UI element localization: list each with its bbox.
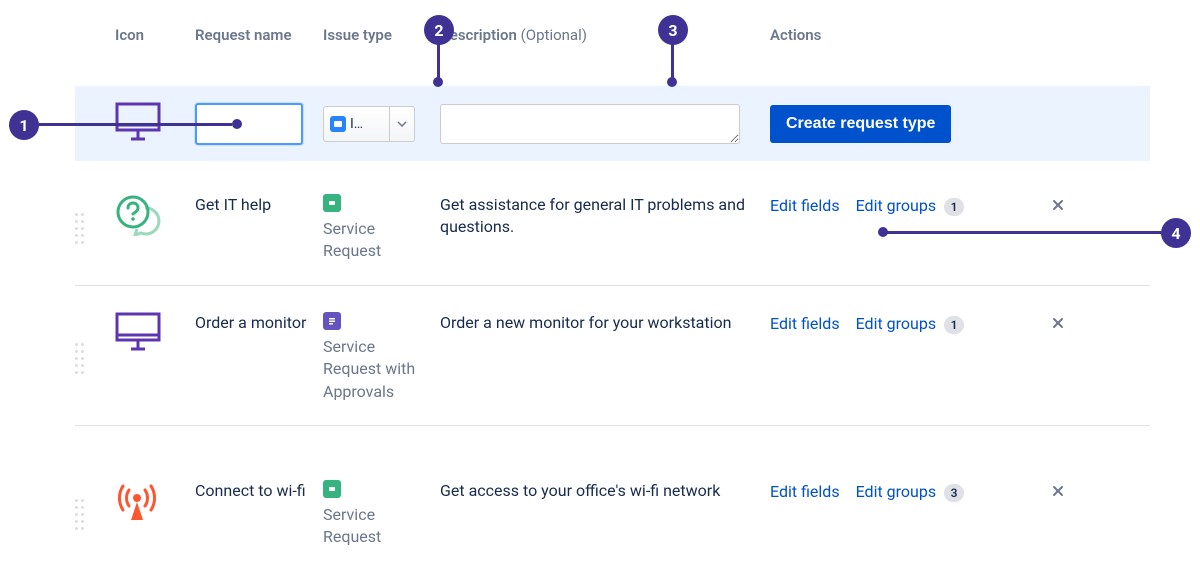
chevron-down-icon[interactable] [390,107,414,141]
edit-fields-link[interactable]: Edit fields [770,196,840,215]
header-icon: Icon [75,26,195,44]
remove-row-button[interactable] [1046,312,1070,335]
description-text: Get access to your office's wi-fi networ… [440,480,760,502]
request-name: Get IT help [195,194,313,216]
annotation-callout-1: 1 [9,110,39,140]
issue-type-mini-icon [330,116,346,132]
annotation-callout-2: 2 [424,15,454,45]
groups-count-badge: 1 [944,316,964,334]
annotation-callout-3: 3 [658,15,688,45]
description-text: Get assistance for general IT problems a… [440,194,760,239]
description-input[interactable] [440,104,740,144]
issue-type-select-label: I… [350,116,363,132]
edit-fields-link[interactable]: Edit fields [770,314,840,333]
issue-type-label: Service Request [323,218,430,263]
annotation-stem [671,41,674,79]
issue-type-select[interactable]: I… [323,106,415,142]
groups-count-badge: 3 [944,484,964,502]
annotation-stem-dot [232,119,242,129]
service-request-icon [323,480,341,498]
issue-type-label: Service Request [323,504,430,549]
edit-fields-link[interactable]: Edit fields [770,482,840,501]
issue-type-label: Service Request with Approvals [323,336,430,403]
monitor-icon [115,312,161,356]
header-description: Description (Optional) [440,26,770,44]
request-name: Order a monitor [195,312,313,334]
service-request-icon [323,194,341,212]
table-headers: Icon Request name Issue type Description… [75,26,1080,44]
header-description-optional: (Optional) [521,26,587,44]
header-actions: Actions [770,26,1080,44]
annotation-stem [437,41,440,79]
annotation-stem [884,231,1164,234]
drag-handle-icon[interactable] [75,343,87,377]
edit-groups-link[interactable]: Edit groups [856,314,937,333]
request-type-row: Order a monitor Service Request with App… [75,294,1150,426]
edit-groups-link[interactable]: Edit groups [856,196,937,215]
header-issue-type: Issue type [323,26,440,44]
create-request-type-button[interactable]: Create request type [770,105,951,143]
annotation-stem-dot [878,227,888,237]
question-bubble-icon [115,194,161,240]
edit-groups-link[interactable]: Edit groups [856,482,937,501]
header-request-name: Request name [195,26,323,44]
drag-handle-icon[interactable] [75,213,87,247]
service-request-approvals-icon [323,312,341,330]
request-name: Connect to wi-fi [195,480,313,502]
remove-row-button[interactable] [1046,480,1070,503]
wifi-antenna-icon [115,480,159,528]
description-text: Order a new monitor for your workstation [440,312,760,334]
request-type-row: Connect to wi-fi Service Request Get acc… [75,462,1150,571]
drag-handle-icon[interactable] [75,499,87,533]
annotation-callout-4: 4 [1161,218,1191,248]
annotation-stem [36,123,232,126]
annotation-stem-dot [433,77,443,87]
annotation-stem-dot [667,77,677,87]
groups-count-badge: 1 [944,198,964,216]
remove-row-button[interactable] [1046,194,1070,217]
